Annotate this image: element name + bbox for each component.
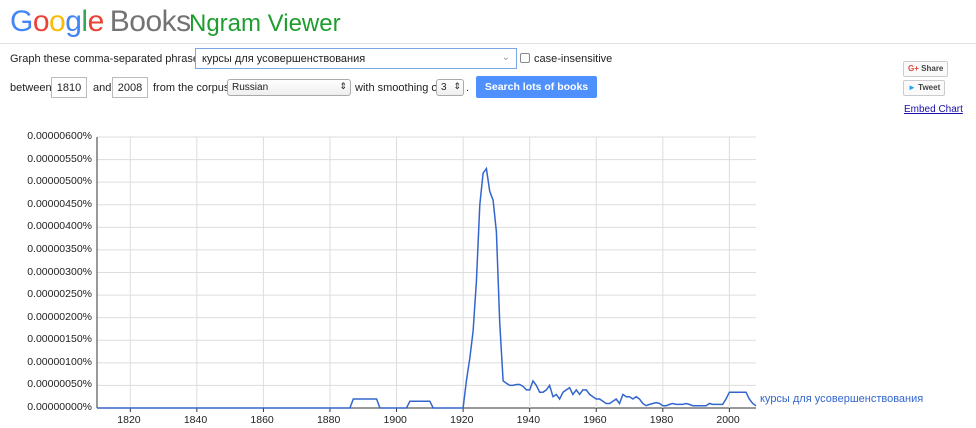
y-tick-label: 0.00000400%	[27, 220, 92, 233]
x-tick-label: 1860	[250, 414, 274, 426]
y-tick-label: 0.00000600%	[27, 130, 92, 142]
y-tick-label: 0.00000300%	[27, 265, 92, 278]
y-tick-label: 0.00000100%	[27, 355, 92, 368]
y-tick-label: 0.00000250%	[27, 288, 92, 301]
x-tick-label: 1920	[450, 414, 474, 426]
x-tick-label: 1880	[316, 414, 341, 426]
y-tick-label: 0.00000550%	[27, 152, 92, 165]
x-tick-label: 2000	[716, 414, 740, 426]
x-tick-label: 1820	[117, 414, 141, 426]
y-tick-label: 0.00000000%	[27, 401, 92, 413]
x-tick-label: 1940	[516, 414, 541, 426]
y-tick-label: 0.00000350%	[27, 242, 92, 255]
x-tick-label: 1960	[583, 414, 607, 426]
y-tick-label: 0.00000050%	[27, 378, 92, 391]
y-tick-label: 0.00000450%	[27, 197, 92, 210]
ngram-chart	[96, 136, 757, 412]
x-tick-label: 1900	[383, 414, 407, 426]
y-tick-label: 0.00000150%	[27, 333, 92, 346]
series-label: курсы для усовершенствования	[760, 393, 924, 405]
x-tick-label: 1980	[649, 414, 674, 426]
x-tick-label: 1840	[183, 414, 208, 426]
y-tick-label: 0.00000200%	[27, 310, 92, 323]
y-tick-label: 0.00000500%	[27, 175, 92, 188]
